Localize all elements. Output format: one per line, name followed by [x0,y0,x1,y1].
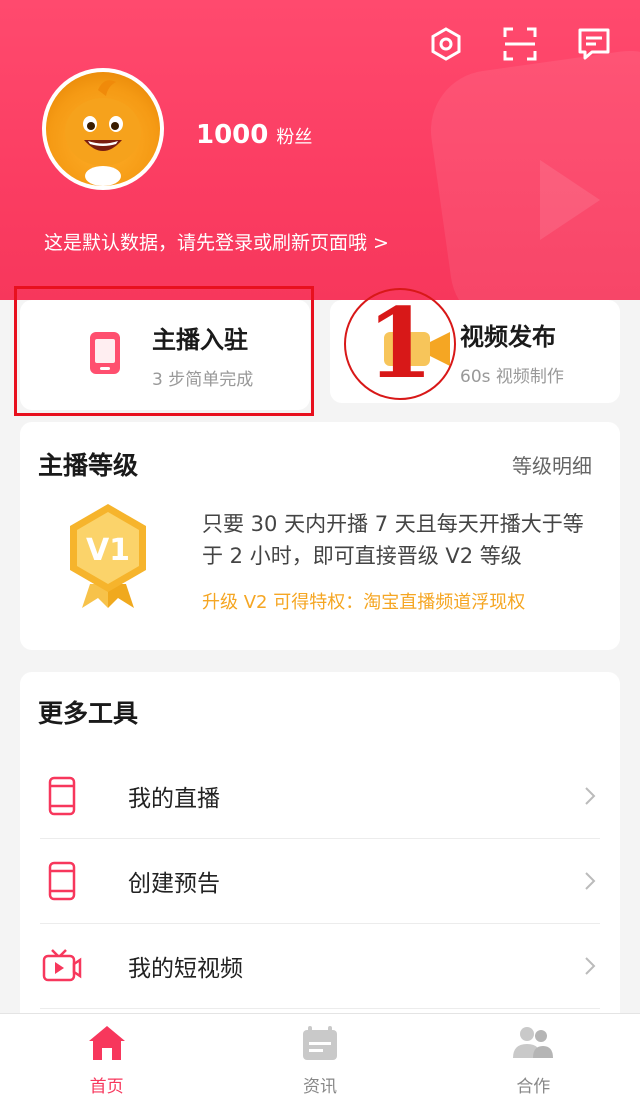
more-tools-card: 更多工具 我的直播 创建预告 我的短视频 [20,672,620,1032]
anchor-level-card: 主播等级 等级明细 V1 只要 30 天内开播 7 天且每天开播大于等于 2 小… [20,422,620,650]
level-badge-icon: V1 [60,500,156,614]
video-publish-subtitle: 60s 视频制作 [460,366,564,387]
chevron-right-icon [580,871,600,891]
bottom-nav: 首页 资讯 合作 [0,1013,640,1097]
tool-label: 创建预告 [128,871,220,897]
login-hint-link[interactable]: 这是默认数据，请先登录或刷新页面哦 > [44,228,389,255]
fans-number: 1000 [196,120,269,150]
tools-title: 更多工具 [38,699,139,728]
annotation-number: 1 [344,288,456,400]
phone-icon [40,861,84,901]
nav-news[interactable]: 资讯 [213,1014,426,1097]
tool-my-live[interactable]: 我的直播 [40,754,600,839]
nav-label: 合作 [516,1077,551,1097]
level-badge-text: V1 [86,533,130,568]
tool-label: 我的短视频 [128,956,243,982]
partner-icon [511,1024,555,1066]
chevron-right-icon [580,786,600,806]
nav-home[interactable]: 首页 [0,1014,213,1097]
level-privilege: 升级 V2 可得特权：淘宝直播频道浮现权 [202,592,526,613]
message-icon[interactable] [574,24,614,64]
scan-icon[interactable] [500,24,540,64]
tool-create-preview[interactable]: 创建预告 [40,839,600,924]
level-title: 主播等级 [38,451,139,480]
header-toolbar [426,24,614,64]
video-icon [40,948,84,984]
header-play-decoration [540,160,600,240]
profile-header: 1000 粉丝 这是默认数据，请先登录或刷新页面哦 > [0,0,640,300]
avatar-image [46,72,160,186]
chevron-right-icon [580,956,600,976]
nav-label: 首页 [89,1077,124,1097]
news-icon [300,1024,340,1066]
video-publish-title: 视频发布 [460,322,556,351]
phone-icon [40,776,84,816]
fans-count: 1000 粉丝 [196,120,312,150]
home-icon [87,1024,127,1066]
highlight-box [14,286,314,416]
settings-icon[interactable] [426,24,466,64]
level-detail-link[interactable]: 等级明细 [512,450,592,479]
tool-label: 我的直播 [128,786,220,812]
tool-my-short-video[interactable]: 我的短视频 [40,924,600,1009]
nav-partner[interactable]: 合作 [427,1014,640,1097]
level-description: 只要 30 天内开播 7 天且每天开播大于等于 2 小时，即可直接晋级 V2 等… [202,512,584,568]
header-decoration [423,43,640,300]
fans-label: 粉丝 [276,127,313,148]
nav-label: 资讯 [302,1077,337,1097]
avatar[interactable] [42,68,164,190]
